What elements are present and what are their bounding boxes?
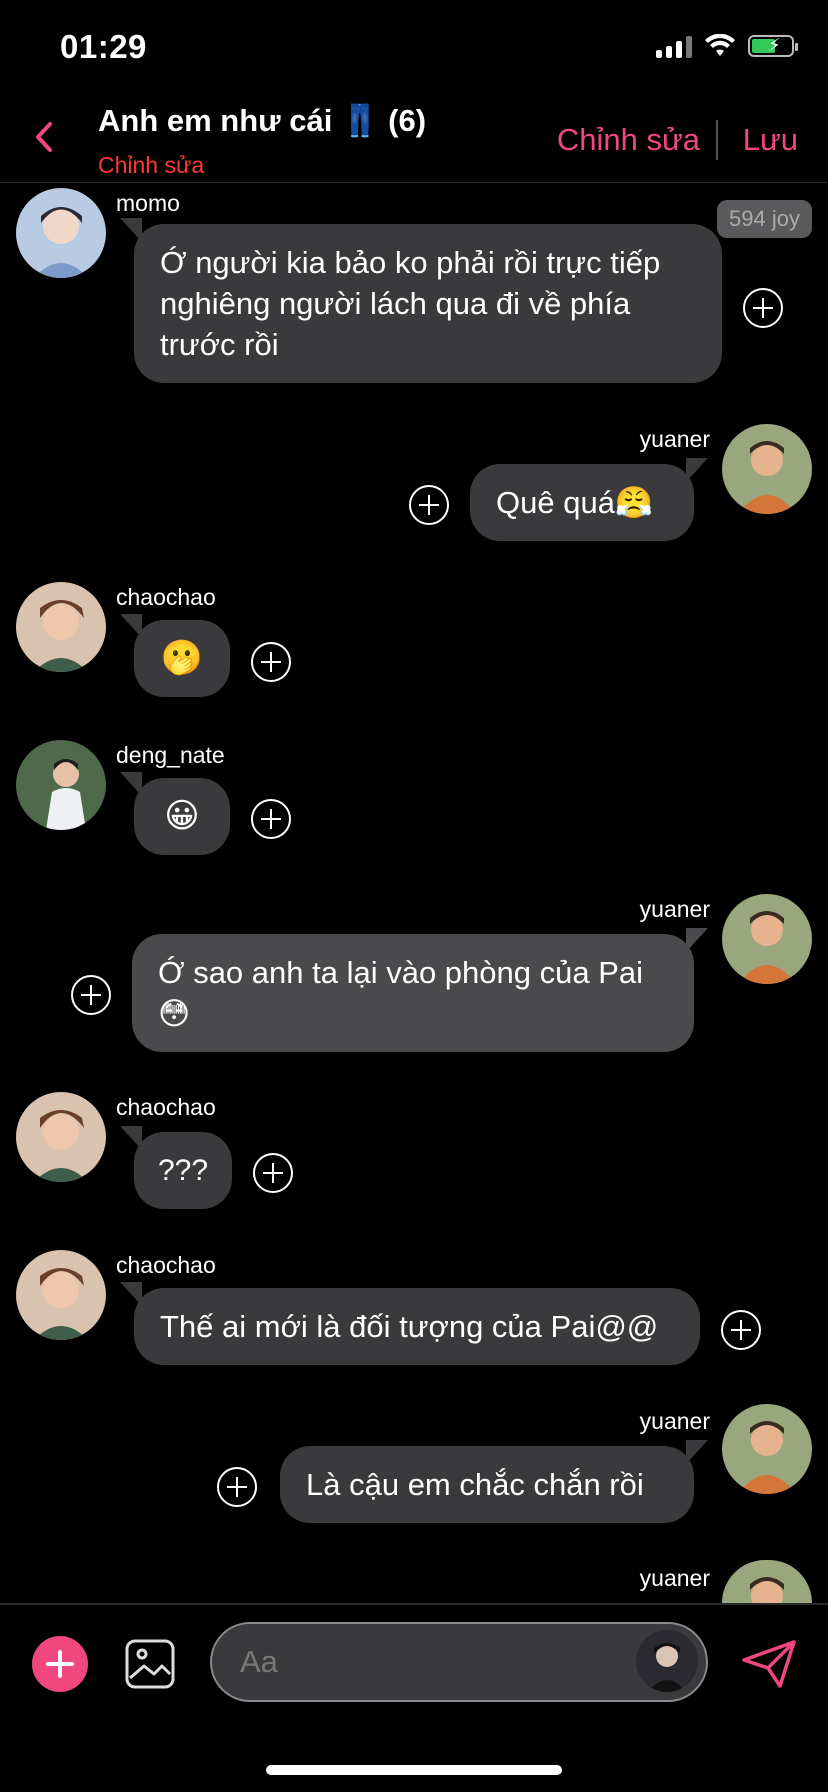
signal-icon (656, 34, 692, 58)
avatar[interactable] (722, 1404, 812, 1494)
sender-name: momo (116, 190, 180, 216)
message-text: Thế ai mới là đối tượng của Pai@@ (160, 1309, 659, 1344)
message-bubble[interactable]: Quê quá😤 (470, 458, 708, 541)
chat-header: Anh em như cái 👖 (6) Chỉnh sửa Chỉnh sửa… (0, 90, 828, 183)
message-input[interactable]: Aa (210, 1622, 708, 1702)
sender-name: chaochao (116, 584, 216, 610)
message-text: 😀 (164, 797, 200, 835)
message-text: Ớ sao anh ta lại vào phòng của Pai😳 (158, 955, 644, 1031)
home-indicator[interactable] (266, 1765, 562, 1775)
sender-name: yuaner (639, 426, 710, 452)
message-text: Là cậu em chắc chắn rồi (306, 1467, 644, 1502)
message-text: ??? (157, 1154, 209, 1187)
joy-badge: 594 joy (717, 200, 812, 238)
plus-circle-icon[interactable] (742, 287, 784, 329)
status-time: 01:29 (60, 28, 147, 65)
sender-name: yuaner (639, 1408, 710, 1434)
status-icons: ⚡ (656, 34, 798, 58)
plus-circle-icon[interactable] (250, 641, 292, 683)
sender-name: yuaner (639, 896, 710, 922)
chat-subtitle[interactable]: Chỉnh sửa (98, 152, 204, 179)
avatar[interactable] (722, 1560, 812, 1603)
avatar[interactable] (16, 740, 106, 830)
image-icon[interactable] (124, 1638, 176, 1690)
message-text: 🫢 (160, 639, 204, 677)
plus-circle-icon[interactable] (216, 1466, 258, 1508)
plus-circle-icon[interactable] (70, 974, 112, 1016)
message-text: Quê quá😤 (496, 485, 654, 520)
plus-circle-icon[interactable] (250, 798, 292, 840)
message-bubble[interactable]: Thế ai mới là đối tượng của Pai@@ (120, 1282, 700, 1365)
wifi-icon (705, 34, 735, 56)
back-chevron-icon[interactable] (28, 120, 62, 154)
header-divider (716, 120, 718, 160)
message-text: Ớ người kia bảo ko phải rồi trực tiếp ng… (160, 245, 661, 362)
sender-name: chaochao (116, 1094, 216, 1120)
chat-title: Anh em như cái 👖 (6) (98, 103, 427, 138)
avatar[interactable] (636, 1630, 698, 1692)
sender-name: deng_nate (116, 742, 225, 768)
avatar[interactable] (16, 1092, 106, 1182)
message-bubble[interactable]: Là cậu em chắc chắn rồi (280, 1440, 708, 1523)
plus-circle-icon[interactable] (252, 1152, 294, 1194)
message-bubble[interactable]: 😀 (120, 772, 230, 855)
message-bubble[interactable]: Ớ sao anh ta lại vào phòng của Pai😳 (132, 928, 708, 1052)
message-input-placeholder: Aa (240, 1644, 278, 1679)
message-bubble[interactable]: ??? (120, 1126, 232, 1209)
avatar[interactable] (722, 894, 812, 984)
send-icon[interactable] (740, 1638, 798, 1690)
message-bubble[interactable]: 🫢 (120, 614, 230, 697)
message-bubble[interactable]: Ớ người kia bảo ko phải rồi trực tiếp ng… (120, 218, 722, 383)
avatar[interactable] (16, 1250, 106, 1340)
avatar[interactable] (722, 424, 812, 514)
avatar[interactable] (16, 582, 106, 672)
composer-divider (0, 1603, 828, 1605)
sender-name: yuaner (639, 1565, 710, 1591)
save-button[interactable]: Lưu (743, 122, 798, 158)
battery-icon: ⚡ (748, 35, 798, 57)
avatar[interactable] (16, 188, 106, 278)
edit-button[interactable]: Chỉnh sửa (557, 122, 700, 158)
add-icon[interactable] (32, 1636, 88, 1692)
sender-name: chaochao (116, 1252, 216, 1278)
plus-circle-icon[interactable] (720, 1309, 762, 1351)
plus-circle-icon[interactable] (408, 484, 450, 526)
